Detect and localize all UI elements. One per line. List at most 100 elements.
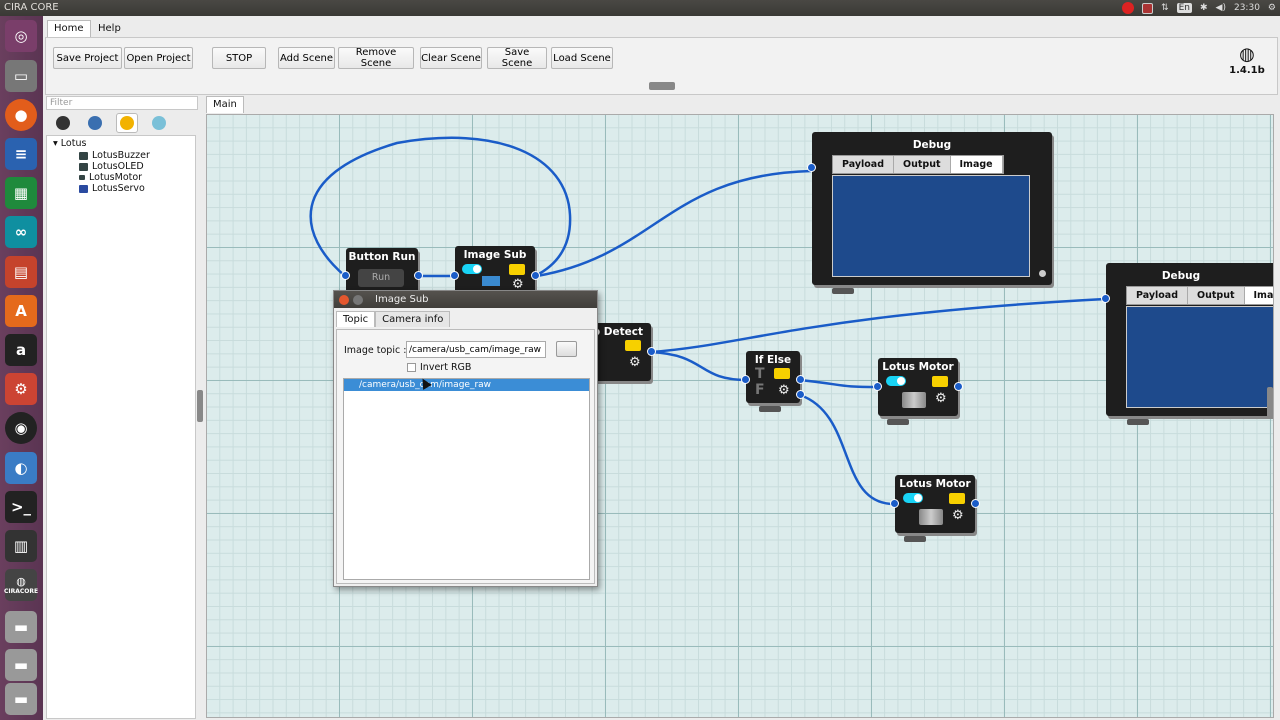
run-button[interactable]: Run — [358, 269, 404, 287]
arduino-icon[interactable]: ∞ — [5, 216, 37, 248]
minimize-icon[interactable] — [353, 294, 363, 305]
library-filter-input[interactable]: Filter — [46, 96, 198, 110]
volume-icon[interactable]: ◀) — [1216, 3, 1226, 13]
node-image-sub[interactable]: Image Sub ⚙ — [450, 246, 540, 294]
input-port[interactable] — [450, 271, 459, 280]
ciracore-icon[interactable]: ◍ CIRACORE — [4, 569, 38, 601]
add-scene-button[interactable]: Add Scene — [278, 47, 335, 69]
open-project-button[interactable]: Open Project — [124, 47, 193, 69]
bluetooth-icon[interactable]: ✱ — [1200, 3, 1208, 13]
transfer-icon[interactable]: ⇅ — [1161, 3, 1169, 13]
clear-scene-button[interactable]: Clear Scene — [420, 47, 482, 69]
tab-topic[interactable]: Topic — [336, 311, 376, 327]
software-center-icon[interactable]: A — [5, 295, 37, 327]
invert-rgb-checkbox[interactable] — [407, 363, 416, 372]
false-output-port[interactable] — [796, 390, 805, 399]
dialog-title: Image Sub — [375, 294, 429, 305]
impress-icon[interactable]: ▤ — [5, 256, 37, 288]
writer-icon[interactable]: ≡ — [5, 138, 37, 170]
library-tab-ros[interactable] — [84, 113, 106, 133]
node-lotus-motor-1[interactable]: Lotus Motor ⚙ — [873, 358, 963, 416]
tree-item-lotusbuzzer[interactable]: LotusBuzzer — [79, 150, 150, 161]
library-tab-extra[interactable] — [148, 113, 170, 133]
load-scene-button[interactable]: Load Scene — [551, 47, 613, 69]
node-debug-1[interactable]: Debug Payload Output Image — [807, 132, 1052, 285]
gear-icon[interactable]: ⚙ — [952, 508, 964, 523]
node-debug-2[interactable]: Debug Payload Output Ima — [1101, 263, 1273, 416]
files-icon[interactable]: ▭ — [5, 60, 37, 92]
node-if-else[interactable]: If Else T F ⚙ — [741, 351, 805, 403]
version-label: 1.4.1b — [1229, 65, 1265, 76]
debug-tabs: Payload Output Ima — [1126, 286, 1273, 305]
image-topic-input[interactable] — [406, 341, 546, 358]
topic-browse-button[interactable] — [556, 341, 577, 357]
tree-node-lotus[interactable]: ▾ Lotus — [53, 138, 86, 149]
input-port[interactable] — [890, 499, 899, 508]
output-port[interactable] — [954, 382, 963, 391]
enable-toggle[interactable] — [903, 493, 923, 503]
topic-list-item[interactable]: /camera/usb_cam/image_raw — [344, 379, 589, 391]
true-output-port[interactable] — [796, 375, 805, 384]
tab-payload[interactable]: Payload — [833, 156, 895, 173]
ribbon-splitter-handle[interactable] — [649, 82, 675, 90]
output-port[interactable] — [414, 271, 423, 280]
stop-button[interactable]: STOP — [212, 47, 266, 69]
settings-icon[interactable]: ⚙ — [5, 373, 37, 405]
tab-image[interactable]: Ima — [1244, 287, 1273, 304]
tab-output[interactable]: Output — [894, 156, 951, 173]
resize-handle[interactable] — [1039, 270, 1046, 277]
power-gear-icon[interactable]: ⚙ — [1268, 3, 1276, 13]
firefox-icon[interactable]: ● — [5, 99, 37, 131]
tree-item-lotusoled[interactable]: LotusOLED — [79, 161, 144, 172]
node-lotus-motor-2[interactable]: Lotus Motor ⚙ — [890, 475, 980, 533]
enable-toggle[interactable] — [886, 376, 906, 386]
clock[interactable]: 23:30 — [1234, 3, 1260, 13]
obs-icon[interactable]: ◉ — [5, 412, 37, 444]
enable-toggle[interactable] — [462, 264, 482, 274]
tree-item-lotusmotor[interactable]: LotusMotor — [79, 172, 142, 183]
keyboard-lang[interactable]: En — [1176, 3, 1192, 13]
trash-icon[interactable]: ▬ — [5, 683, 37, 715]
amazon-icon[interactable]: a — [5, 334, 37, 366]
library-tab-lotus[interactable] — [116, 113, 138, 133]
record-icon[interactable] — [1142, 2, 1154, 14]
gear-icon[interactable]: ⚙ — [629, 355, 641, 370]
remove-scene-button[interactable]: Remove Scene — [338, 47, 414, 69]
input-port[interactable] — [741, 375, 750, 384]
input-port[interactable] — [873, 382, 882, 391]
tab-image[interactable]: Image — [950, 156, 1003, 173]
canvas-scroll-handle[interactable] — [1267, 387, 1273, 419]
drive-icon[interactable]: ▬ — [5, 649, 37, 681]
save-scene-button[interactable]: Save Scene — [487, 47, 547, 69]
ubuntu-dash-icon[interactable]: ◎ — [5, 20, 37, 52]
browser-icon[interactable]: ◐ — [5, 452, 37, 484]
input-port[interactable] — [1101, 294, 1110, 303]
save-project-button[interactable]: Save Project — [53, 47, 122, 69]
output-port[interactable] — [971, 499, 980, 508]
panel-splitter-handle[interactable] — [197, 390, 203, 422]
library-tab-core[interactable] — [52, 113, 74, 133]
gear-icon[interactable]: ⚙ — [935, 391, 947, 406]
tab-payload[interactable]: Payload — [1127, 287, 1189, 304]
obs-tray-icon[interactable] — [1122, 2, 1135, 14]
menu-help[interactable]: Help — [91, 20, 128, 38]
node-button-run[interactable]: Button Run Run — [341, 248, 423, 295]
output-port[interactable] — [531, 271, 540, 280]
input-port[interactable] — [807, 163, 816, 172]
tree-item-lotusservo[interactable]: LotusServo — [79, 183, 145, 194]
tab-main[interactable]: Main — [206, 96, 244, 113]
top-panel: CIRA CORE ⇅ En ✱ ◀) 23:30 ⚙ — [0, 0, 1280, 16]
tab-output[interactable]: Output — [1188, 287, 1245, 304]
terminal-icon[interactable]: >_ — [5, 491, 37, 523]
output-port[interactable] — [647, 347, 656, 356]
workspaces-icon[interactable]: ▥ — [5, 530, 37, 562]
close-icon[interactable] — [339, 294, 349, 305]
gear-icon[interactable]: ⚙ — [778, 383, 790, 398]
calc-icon[interactable]: ▦ — [5, 177, 37, 209]
drive-icon[interactable]: ▬ — [5, 611, 37, 643]
cira-core-window: Home Help Save Project Open Project STOP… — [43, 16, 1280, 720]
menu-home[interactable]: Home — [47, 20, 91, 38]
tree-item-label: LotusOLED — [92, 161, 144, 172]
input-port[interactable] — [341, 271, 350, 280]
tab-camera-info[interactable]: Camera info — [375, 311, 451, 327]
